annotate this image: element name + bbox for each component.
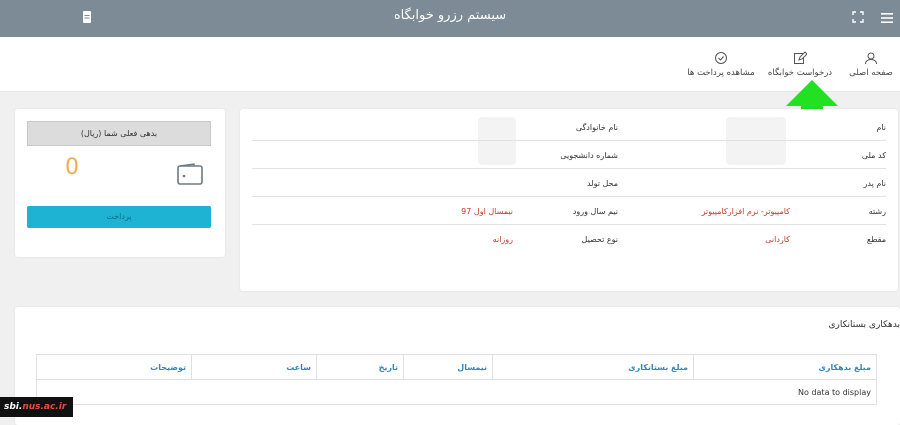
student-number-label: شماره دانشجویی: [560, 151, 618, 160]
study-type-label: نوع تحصیل: [581, 235, 618, 244]
national-code-label: کد ملی: [861, 151, 886, 160]
field-value: کامپیوتر- نرم افزارکامپیوتر: [701, 207, 790, 216]
student-info-card: نام نام خانوادگی کد ملی شماره دانشجویی ن…: [240, 109, 898, 291]
user-icon: [865, 52, 877, 65]
hamburger-menu-icon[interactable]: [880, 11, 894, 25]
column-header[interactable]: نیمسال: [403, 354, 493, 380]
pay-button[interactable]: پرداخت: [27, 206, 211, 228]
column-header[interactable]: مبلغ بدهکاری: [693, 354, 877, 380]
column-header[interactable]: توضیحات: [36, 354, 192, 380]
navigation-bar: صفحه اصلی درخواست خوابگاه مشاهده پرداخت …: [0, 37, 900, 92]
nav-home[interactable]: صفحه اصلی: [846, 51, 896, 78]
field-label: رشته: [868, 207, 886, 216]
father-name-label: نام پدر: [863, 179, 886, 188]
edit-icon: [794, 51, 807, 64]
debts-card: بدهکاری بستانکاری مبلغ بدهکاری مبلغ بستا…: [15, 307, 900, 425]
site-watermark: sbi.nus.ac.ir: [0, 397, 73, 417]
table-header-row: مبلغ بدهکاری مبلغ بستانکاری نیمسال تاریخ…: [36, 354, 877, 380]
nav-home-label: صفحه اصلی: [849, 68, 893, 78]
study-type-value: روزانه: [492, 235, 513, 244]
debts-table: مبلغ بدهکاری مبلغ بستانکاری نیمسال تاریخ…: [36, 354, 877, 405]
check-circle-icon: [715, 52, 727, 64]
balance-amount: 0: [65, 155, 79, 180]
debts-title: بدهکاری بستانکاری: [828, 320, 900, 330]
column-header[interactable]: تاریخ: [316, 354, 404, 380]
degree-label: مقطع: [866, 235, 886, 244]
top-bar: سیستم رزرو خوابگاه: [0, 0, 900, 37]
empty-table-message: No data to display: [36, 379, 877, 405]
info-row-name: نام نام خانوادگی: [252, 113, 886, 141]
wallet-icon: [177, 163, 203, 185]
current-debt-label: بدهی فعلی شما (ریال): [27, 121, 211, 146]
nav-dorm-request[interactable]: درخواست خوابگاه: [760, 51, 840, 78]
info-row-field: رشته کامپیوتر- نرم افزارکامپیوتر نیم سال…: [252, 197, 886, 225]
watermark-prefix: sbi.: [4, 402, 23, 412]
nav-dorm-request-label: درخواست خوابگاه: [767, 68, 833, 78]
last-name-label: نام خانوادگی: [575, 123, 618, 132]
column-header[interactable]: مبلغ بستانکاری: [492, 354, 694, 380]
fullscreen-icon[interactable]: [852, 11, 864, 23]
table-row: No data to display: [36, 379, 877, 405]
entry-term-label: نیم سال ورود: [572, 207, 618, 216]
entry-term-value: نیمسال اول 97: [461, 207, 513, 216]
app-title: سیستم رزرو خوابگاه: [393, 8, 507, 23]
info-row-father: نام پدر محل تولد: [252, 169, 886, 197]
first-name-label: نام: [876, 123, 886, 132]
nav-payments[interactable]: مشاهده پرداخت ها: [676, 51, 766, 78]
degree-value: کاردانی: [765, 235, 790, 244]
column-header[interactable]: ساعت: [191, 354, 317, 380]
info-row-ids: کد ملی شماره دانشجویی: [252, 141, 886, 169]
wallet-card: بدهی فعلی شما (ریال) 0 پرداخت: [15, 109, 225, 257]
watermark-domain: nus.ac.ir: [22, 402, 67, 412]
birth-place-label: محل تولد: [586, 179, 618, 188]
info-row-degree: مقطع کاردانی نوع تحصیل روزانه: [252, 225, 886, 253]
nav-payments-label: مشاهده پرداخت ها: [687, 68, 755, 78]
